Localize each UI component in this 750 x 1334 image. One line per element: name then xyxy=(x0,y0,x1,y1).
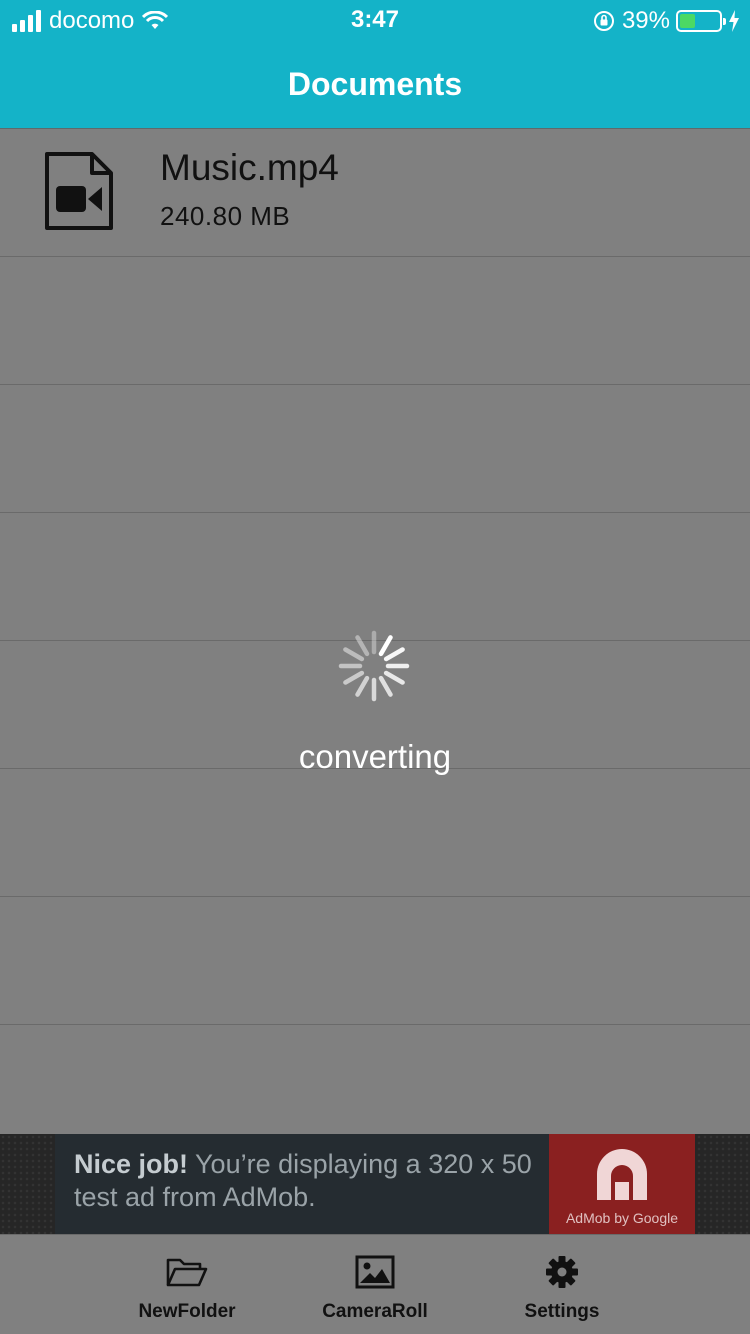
tab-label: Settings xyxy=(524,1301,600,1322)
ad-banner[interactable]: Nice job! You’re displaying a 320 x 50 t… xyxy=(0,1134,750,1234)
video-file-icon xyxy=(45,152,113,230)
battery-percent: 39% xyxy=(621,7,670,34)
status-bar: docomo 3:47 39% xyxy=(0,0,750,40)
empty-row xyxy=(0,385,750,513)
tab-label: CameraRoll xyxy=(322,1301,428,1322)
image-icon xyxy=(355,1255,395,1289)
empty-row xyxy=(0,769,750,897)
admob-icon xyxy=(597,1149,647,1200)
admob-logo[interactable]: AdMob by Google xyxy=(549,1134,695,1234)
ad-content[interactable]: Nice job! You’re displaying a 320 x 50 t… xyxy=(55,1134,695,1234)
tab-settings[interactable]: Settings xyxy=(502,1235,622,1334)
file-name: Music.mp4 xyxy=(160,147,339,188)
status-right: 39% xyxy=(592,6,740,36)
tab-bar: NewFolder CameraRoll Settings xyxy=(0,1234,750,1334)
gear-icon xyxy=(546,1256,578,1288)
file-row[interactable]: Music.mp4 240.80 MB xyxy=(0,129,750,257)
ad-headline: Nice job! xyxy=(74,1149,189,1179)
battery-icon xyxy=(676,10,726,32)
tab-label: NewFolder xyxy=(138,1301,236,1322)
tab-new-folder[interactable]: NewFolder xyxy=(127,1235,247,1334)
ad-text: Nice job! You’re displaying a 320 x 50 t… xyxy=(74,1148,554,1214)
empty-row xyxy=(0,897,750,1025)
ad-brand: AdMob by Google xyxy=(565,1210,679,1226)
loading-spinner-icon xyxy=(338,630,410,702)
charging-bolt-icon xyxy=(729,10,739,32)
file-size: 240.80 MB xyxy=(160,201,291,231)
empty-row xyxy=(0,257,750,385)
page-title: Documents xyxy=(287,65,463,102)
nav-bar: Documents xyxy=(0,40,750,128)
folder-open-icon xyxy=(166,1258,208,1287)
converting-label: converting xyxy=(298,738,452,775)
rotation-lock-icon xyxy=(593,11,614,31)
tab-camera-roll[interactable]: CameraRoll xyxy=(315,1235,435,1334)
empty-row xyxy=(0,513,750,641)
